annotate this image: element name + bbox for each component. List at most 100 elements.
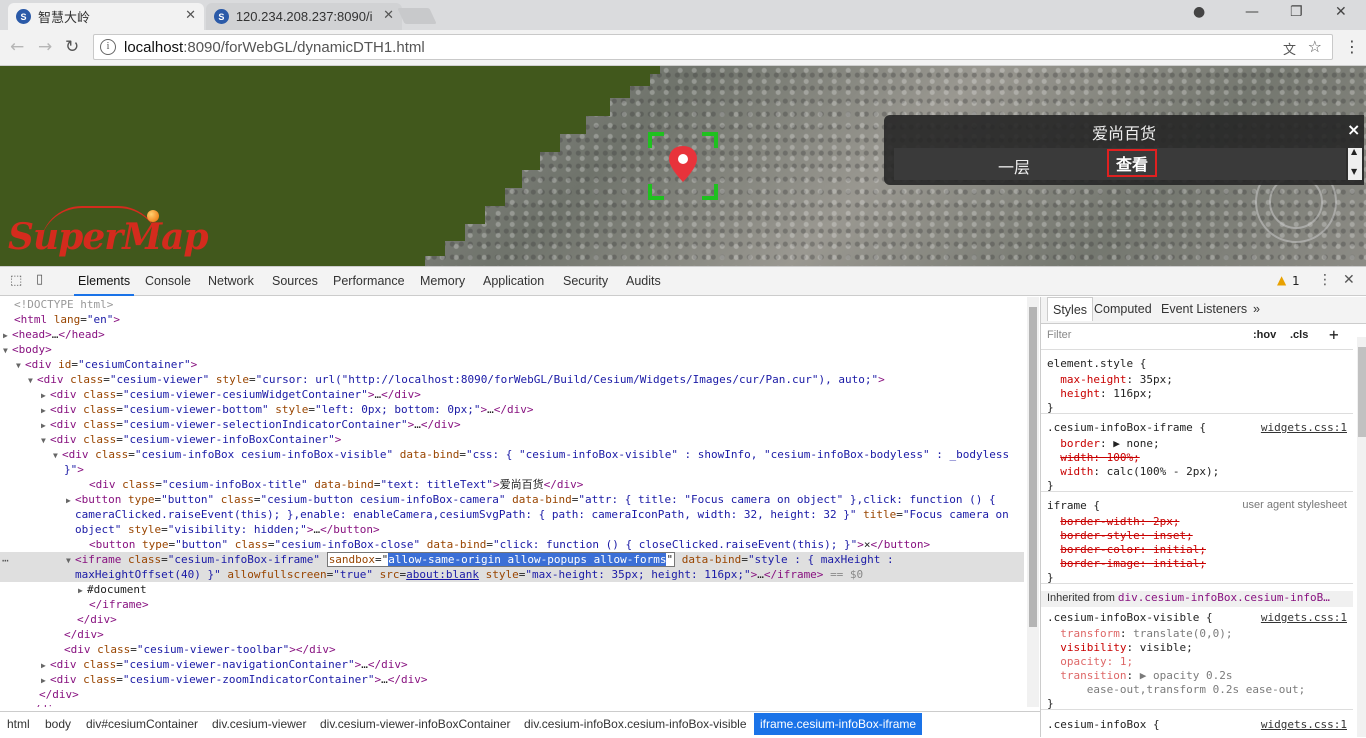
dom-node-line[interactable]: </iframe>: [0, 597, 1024, 612]
styles-filter-input[interactable]: Filter: [1047, 329, 1071, 341]
dom-node-line[interactable]: ▼ <div class="cesium-viewer" style="curso…: [0, 372, 1024, 387]
dom-node-line[interactable]: ▶ <div class="cesium-viewer-bottom" style…: [0, 402, 1024, 417]
dom-node-line[interactable]: ▶ <div class="cesium-viewer-zoomIndicator…: [0, 672, 1024, 687]
stylesheet-link[interactable]: widgets.css:1: [1261, 611, 1347, 624]
style-rule-line[interactable]: element.style {: [1047, 357, 1146, 370]
reload-icon[interactable]: ↻: [65, 37, 79, 57]
location-marker-icon[interactable]: [648, 132, 718, 200]
view-button[interactable]: 查看: [1107, 149, 1157, 177]
tab-elements[interactable]: Elements: [73, 274, 135, 296]
dom-node-line[interactable]: </div>: [0, 627, 1024, 642]
breadcrumb-body[interactable]: body: [45, 717, 71, 731]
stylesheet-link[interactable]: widgets.css:1: [1261, 421, 1347, 434]
style-rule-line[interactable]: ease-out,transform 0.2s ease-out;: [1047, 683, 1306, 696]
browser-tab-2[interactable]: S 120.234.208.237:8090/i ✕: [206, 3, 402, 30]
more-tabs-icon[interactable]: »: [1253, 302, 1260, 316]
style-rule-line[interactable]: border-color: initial;: [1047, 543, 1206, 556]
infobox-close-button[interactable]: ×: [1347, 120, 1360, 139]
warning-icon[interactable]: ▲: [1277, 273, 1286, 287]
style-rule-line[interactable]: border-width: 2px;: [1047, 515, 1179, 528]
close-tab-icon[interactable]: ✕: [185, 8, 196, 23]
style-rule-line[interactable]: border-style: inset;: [1047, 529, 1192, 542]
bookmark-star-icon[interactable]: ☆: [1308, 37, 1322, 56]
scroll-down-icon[interactable]: ▼: [1351, 167, 1357, 176]
dom-node-line[interactable]: <button type="button" class="cesium-info…: [0, 537, 1024, 552]
style-rule-line[interactable]: transition: ▶ opacity 0.2s: [1047, 669, 1232, 682]
tab-memory[interactable]: Memory: [420, 274, 465, 288]
tab-styles[interactable]: Styles: [1047, 297, 1094, 321]
dom-node-line[interactable]: }">: [0, 462, 1024, 477]
dom-node-line[interactable]: ▶ <button type="button" class="cesium-but…: [0, 492, 1024, 507]
tab-application[interactable]: Application: [483, 274, 544, 288]
style-rule-line[interactable]: border: ▶ none;: [1047, 437, 1159, 450]
dom-node-line[interactable]: </div>: [0, 612, 1024, 627]
style-rule-line[interactable]: visibility: visible;: [1047, 641, 1192, 654]
style-rule-line[interactable]: border-image: initial;: [1047, 557, 1206, 570]
dom-node-line[interactable]: ▼ <div class="cesium-viewer-infoBoxContai…: [0, 432, 1024, 447]
dom-node-line[interactable]: </div>: [0, 687, 1024, 702]
dom-node-line[interactable]: <div class="cesium-infoBox-title" data-b…: [0, 477, 1024, 492]
breadcrumb-container[interactable]: div#cesiumContainer: [86, 717, 198, 731]
dom-node-line[interactable]: ▼ <iframe class="cesium-infoBox-iframe" s…: [0, 552, 1024, 567]
style-rule-line[interactable]: .cesium-infoBox-iframe {: [1047, 421, 1206, 434]
dom-node-line[interactable]: ▶ <div class="cesium-viewer-cesiumWidgetC…: [0, 387, 1024, 402]
style-rule-line[interactable]: width: 100%;: [1047, 451, 1139, 464]
style-rule-line[interactable]: .cesium-infoBox-visible {: [1047, 611, 1213, 624]
dom-node-line[interactable]: cameraClicked.raiseEvent(this); },enable…: [0, 507, 1024, 522]
breadcrumb-infobox-container[interactable]: div.cesium-viewer-infoBoxContainer: [320, 717, 511, 731]
dom-tree-scrollbar[interactable]: [1027, 297, 1039, 707]
restore-icon[interactable]: ❐: [1290, 4, 1303, 20]
new-tab-button[interactable]: [397, 8, 437, 24]
node-actions-icon[interactable]: ⋯: [2, 553, 9, 568]
style-rule-line[interactable]: transform: translate(0,0);: [1047, 627, 1232, 640]
dom-node-line[interactable]: <div class="cesium-viewer-toolbar"></div…: [0, 642, 1024, 657]
hov-toggle[interactable]: :hov: [1253, 329, 1276, 341]
inspect-icon[interactable]: ⬚: [10, 273, 22, 288]
forward-icon[interactable]: →: [38, 37, 52, 57]
breadcrumb-iframe[interactable]: iframe.cesium-infoBox-iframe: [754, 713, 923, 735]
dom-node-line[interactable]: ▶ <head>…</head>: [0, 327, 1024, 342]
dom-node-line[interactable]: ▶ <div class="cesium-viewer-selectionIndi…: [0, 417, 1024, 432]
tab-network[interactable]: Network: [208, 274, 254, 288]
style-rule-line[interactable]: iframe {: [1047, 499, 1100, 512]
dom-node-line[interactable]: <html lang="en">: [0, 312, 1024, 327]
dom-node-line[interactable]: ▼ <body>: [0, 342, 1024, 357]
breadcrumb-html[interactable]: html: [7, 717, 30, 731]
dom-node-line[interactable]: ▼ <div class="cesium-infoBox cesium-infoB…: [0, 447, 1024, 462]
menu-icon[interactable]: ⋮: [1344, 37, 1360, 56]
profile-icon[interactable]: ●: [1193, 4, 1205, 20]
breadcrumb-viewer[interactable]: div.cesium-viewer: [212, 717, 306, 731]
tab-console[interactable]: Console: [145, 274, 191, 288]
back-icon[interactable]: ←: [10, 37, 24, 57]
url-text[interactable]: localhost:8090/forWebGL/dynamicDTH1.html: [124, 39, 425, 56]
info-icon[interactable]: i: [100, 39, 116, 55]
window-close-icon[interactable]: ✕: [1335, 4, 1347, 20]
dom-node-line[interactable]: ▶ #document: [0, 582, 1024, 597]
scroll-up-icon[interactable]: ▲: [1351, 147, 1357, 156]
tab-security[interactable]: Security: [563, 274, 608, 288]
breadcrumb-infobox[interactable]: div.cesium-infoBox.cesium-infoBox-visibl…: [524, 717, 747, 731]
stylesheet-link[interactable]: widgets.css:1: [1261, 718, 1347, 731]
tab-event-listeners[interactable]: Event Listeners: [1161, 302, 1247, 316]
dom-node-line[interactable]: <!DOCTYPE html>: [0, 297, 1024, 312]
browser-tab-1[interactable]: S 智慧大岭 ✕: [8, 3, 204, 30]
tab-sources[interactable]: Sources: [272, 274, 318, 288]
style-rule-line[interactable]: max-height: 35px;: [1047, 373, 1173, 386]
style-rule-line[interactable]: width: calc(100% - 2px);: [1047, 465, 1219, 478]
cls-toggle[interactable]: .cls: [1290, 329, 1308, 341]
style-rule-line[interactable]: .cesium-infoBox {: [1047, 718, 1160, 731]
tab-performance[interactable]: Performance: [333, 274, 405, 288]
add-rule-icon[interactable]: +: [1329, 325, 1339, 344]
dom-node-line[interactable]: ▼ <div id="cesiumContainer">: [0, 357, 1024, 372]
dom-node-line[interactable]: maxHeightOffset(40) }" allowfullscreen="…: [0, 567, 1024, 582]
tab-computed[interactable]: Computed: [1094, 302, 1152, 316]
dom-node-line[interactable]: </div>: [0, 702, 1024, 707]
close-tab-icon[interactable]: ✕: [383, 8, 394, 23]
minimize-icon[interactable]: —: [1245, 4, 1259, 20]
translate-icon[interactable]: 文: [1283, 39, 1296, 58]
scroll-thumb[interactable]: [1029, 307, 1037, 627]
style-rule-line[interactable]: height: 116px;: [1047, 387, 1153, 400]
styles-scrollbar[interactable]: [1357, 337, 1366, 737]
address-bar[interactable]: i localhost:8090/forWebGL/dynamicDTH1.ht…: [93, 34, 1333, 60]
style-rule-line[interactable]: opacity: 1;: [1047, 655, 1133, 668]
